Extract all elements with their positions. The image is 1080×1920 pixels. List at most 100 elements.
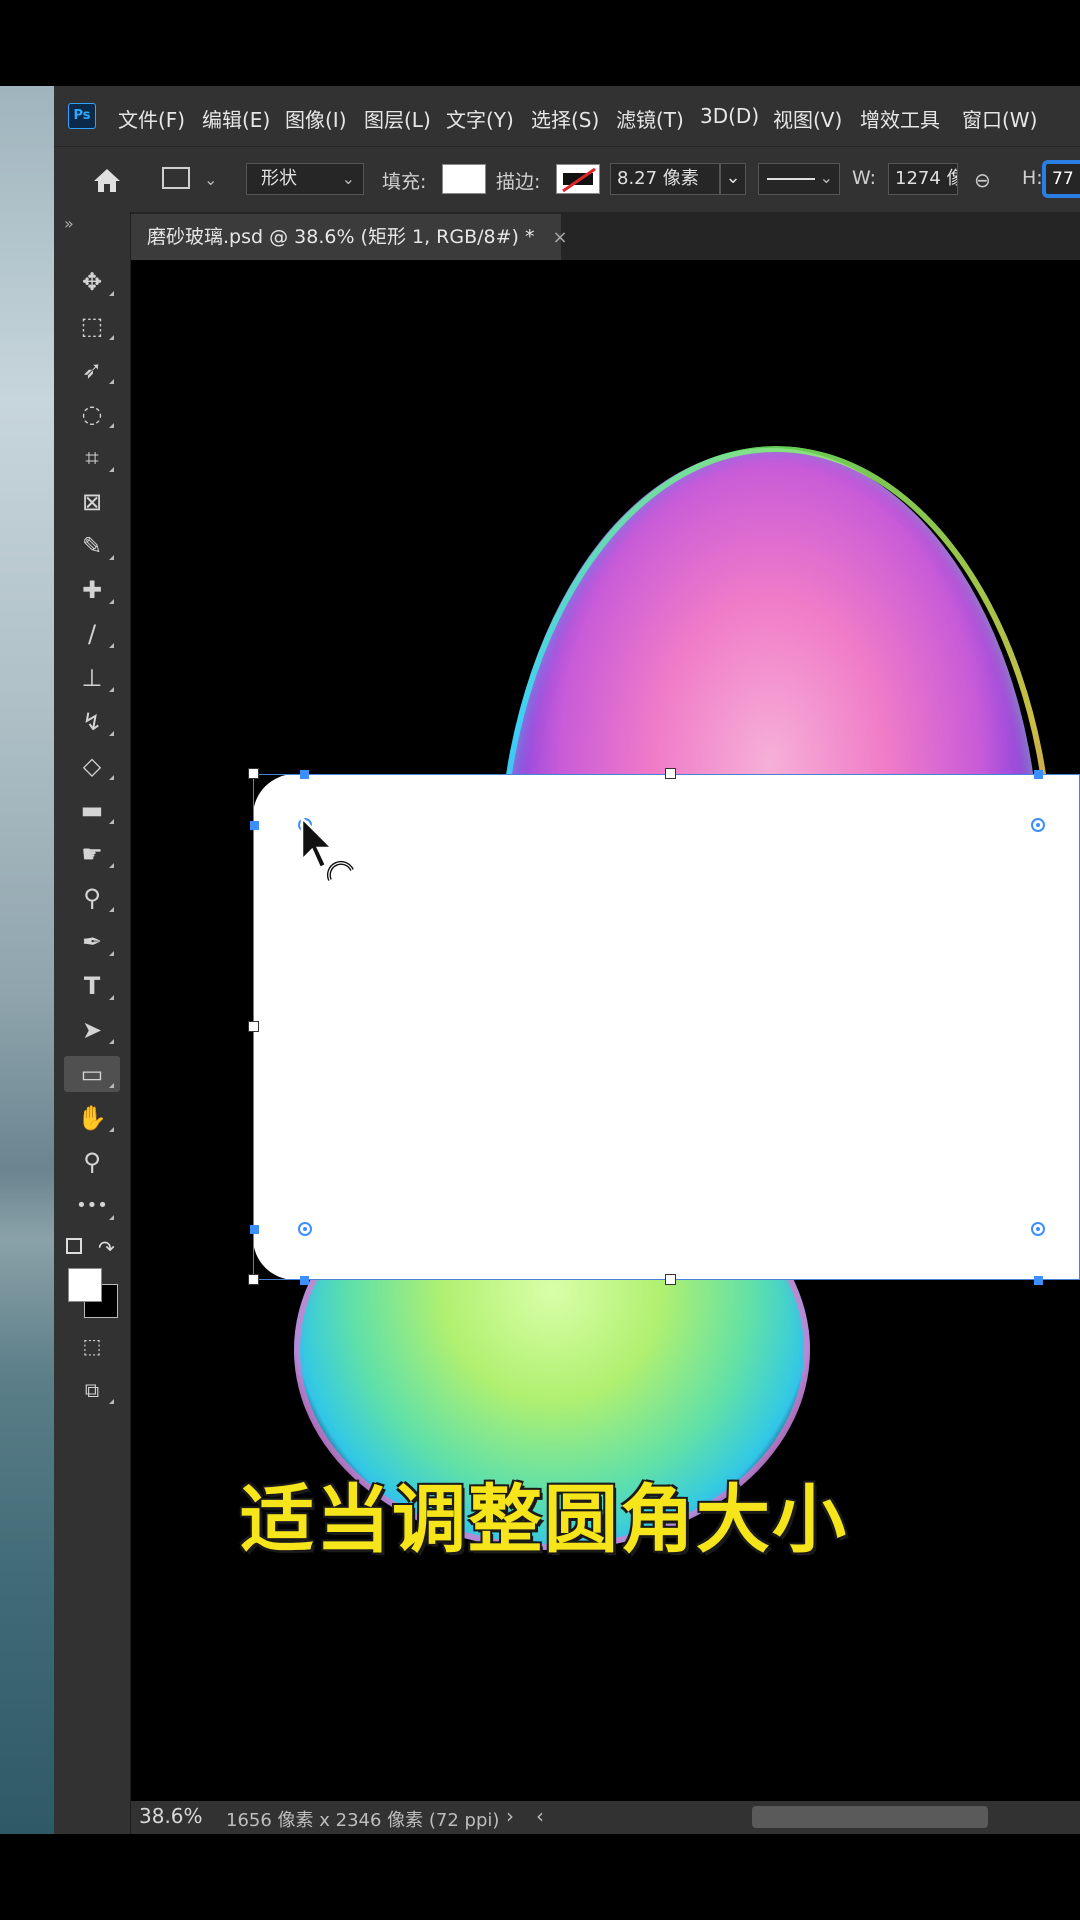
status-expand-arrow-icon[interactable]: › <box>506 1804 514 1828</box>
eraser-tool[interactable]: ◇ <box>64 748 120 784</box>
marquee-tool[interactable]: ⬚ <box>64 308 120 344</box>
menu-3d[interactable]: 3D(D) <box>700 104 759 128</box>
menu-view[interactable]: 视图(V) <box>773 104 842 133</box>
document-tab[interactable]: 磨砂玻璃.psd @ 38.6% (矩形 1, RGB/8#) * × <box>131 214 568 260</box>
transform-handle-top-middle[interactable] <box>665 768 676 779</box>
screen-mode-button[interactable]: ⧉ <box>64 1372 120 1408</box>
screen-mode-icon: ⧉ <box>84 1378 100 1402</box>
menu-edit[interactable]: 编辑(E) <box>202 104 270 133</box>
quick-select-tool-icon: ◌ <box>81 400 103 428</box>
menu-layer[interactable]: 图层(L) <box>364 104 431 133</box>
quick-select-tool[interactable]: ◌ <box>64 396 120 432</box>
type-tool[interactable]: T <box>64 968 120 1004</box>
dodge-tool-icon: ⚲ <box>83 884 101 912</box>
quick-mask-button[interactable]: ⬚ <box>64 1328 120 1364</box>
menu-window[interactable]: 窗口(W) <box>962 104 1037 133</box>
transform-handle-top-left[interactable] <box>248 768 259 779</box>
transform-bounding-box[interactable] <box>253 774 1080 1280</box>
transform-anchor-top[interactable] <box>300 770 309 779</box>
more-tools-icon: ••• <box>76 1195 108 1216</box>
document-tab-title: 磨砂玻璃.psd @ 38.6% (矩形 1, RGB/8#) * <box>147 226 535 248</box>
desktop-background <box>0 86 54 1834</box>
transform-anchor-bottom[interactable] <box>300 1276 309 1285</box>
height-input[interactable]: 77 <box>1042 160 1080 198</box>
smudge-tool[interactable]: ☛ <box>64 836 120 872</box>
corner-radius-handle-bottom-right[interactable] <box>1031 1222 1045 1236</box>
menu-plugins[interactable]: 增效工具 <box>860 104 940 133</box>
rectangle-tool-icon: ▭ <box>80 1060 104 1088</box>
menu-file[interactable]: 文件(F) <box>118 104 185 133</box>
tool-preset-chevron-icon[interactable]: ⌄ <box>204 170 217 189</box>
transform-anchor-left-bottom[interactable] <box>250 1225 259 1234</box>
pen-tool[interactable]: ✒ <box>64 924 120 960</box>
transform-anchor-left-top[interactable] <box>250 821 259 830</box>
mode-chevron-icon: ⌄ <box>341 169 355 188</box>
home-button[interactable] <box>90 164 124 196</box>
rectangle-tool[interactable]: ▭ <box>64 1056 120 1092</box>
lasso-tool[interactable]: ➶ <box>64 352 120 388</box>
horizontal-scrollbar-thumb[interactable] <box>752 1806 988 1828</box>
menu-type[interactable]: 文字(Y) <box>446 104 514 133</box>
pen-tool-icon: ✒ <box>81 928 103 956</box>
corner-radius-handle-top-right[interactable] <box>1031 818 1045 832</box>
frame-tool[interactable]: ⊠ <box>64 484 120 520</box>
video-caption: 适当调整圆角大小 <box>240 1477 848 1563</box>
stroke-label: 描边: <box>496 171 541 193</box>
transform-handle-middle-left[interactable] <box>248 1021 259 1032</box>
menu-filter[interactable]: 滤镜(T) <box>616 104 684 133</box>
gradient-tool-icon: ▬ <box>80 796 104 824</box>
radius-cursor-icon <box>300 814 360 896</box>
eyedropper-tool[interactable]: ✎ <box>64 528 120 564</box>
link-icon[interactable]: ⊖ <box>974 168 991 192</box>
stroke-type-select[interactable]: ⌄ <box>758 163 840 195</box>
zoom-tool-icon: ⚲ <box>83 1148 101 1176</box>
stroke-width-chevron-icon[interactable]: ⌄ <box>720 163 746 195</box>
more-tools[interactable]: ••• <box>64 1188 120 1224</box>
path-select-tool-icon: ➤ <box>81 1016 103 1044</box>
photoshop-logo: Ps <box>68 103 96 129</box>
stamp-tool-icon: ⊥ <box>81 664 103 692</box>
height-label: H: <box>1022 167 1043 189</box>
panel-collapse-icon[interactable]: » <box>64 214 74 233</box>
dodge-tool[interactable]: ⚲ <box>64 880 120 916</box>
default-colors-icon[interactable] <box>66 1238 82 1254</box>
rect-marquee-tool-icon: ⬚ <box>80 312 104 340</box>
hand-tool-icon: ✋ <box>77 1104 107 1132</box>
hand-tool[interactable]: ✋ <box>64 1100 120 1136</box>
healing-brush-tool[interactable]: ✚ <box>64 572 120 608</box>
move-tool[interactable]: ✥ <box>64 264 120 300</box>
path-select-tool[interactable]: ➤ <box>64 1012 120 1048</box>
foreground-color-swatch[interactable] <box>68 1268 102 1302</box>
mode-value: 形状 <box>261 168 297 189</box>
menu-select[interactable]: 选择(S) <box>531 104 599 133</box>
scroll-left-arrow-icon[interactable]: ‹ <box>536 1804 544 1828</box>
stroke-swatch[interactable] <box>556 164 600 194</box>
zoom-level[interactable]: 38.6% <box>139 1804 203 1828</box>
tool-preset-rect-icon[interactable] <box>162 167 190 189</box>
history-brush-tool[interactable]: ↯ <box>64 704 120 740</box>
stroke-width-input[interactable]: 8.27 像素 <box>610 163 720 195</box>
width-label: W: <box>852 167 877 189</box>
gradient-tool[interactable]: ▬ <box>64 792 120 828</box>
type-tool-icon: T <box>83 972 101 1000</box>
eyedropper-tool-icon: ✎ <box>81 532 103 560</box>
stamp-tool[interactable]: ⊥ <box>64 660 120 696</box>
mode-select[interactable]: 形状 ⌄ <box>246 163 364 195</box>
move-tool-icon: ✥ <box>81 268 103 296</box>
close-tab-icon[interactable]: × <box>553 227 568 248</box>
width-input[interactable]: 1274 像 <box>888 163 958 195</box>
transform-anchor-bottom-right[interactable] <box>1034 1276 1043 1285</box>
zoom-tool[interactable]: ⚲ <box>64 1144 120 1180</box>
transform-handle-bottom-left[interactable] <box>248 1274 259 1285</box>
crop-tool[interactable]: ⌗ <box>64 440 120 476</box>
fill-swatch[interactable] <box>442 164 486 194</box>
swap-colors-icon[interactable]: ↷ <box>98 1236 115 1260</box>
smudge-tool-icon: ☛ <box>81 840 103 868</box>
transform-handle-bottom-middle[interactable] <box>665 1274 676 1285</box>
menu-image[interactable]: 图像(I) <box>285 104 347 133</box>
corner-radius-handle-bottom-left[interactable] <box>298 1222 312 1236</box>
healing-brush-tool-icon: ✚ <box>81 576 103 604</box>
brush-tool[interactable]: ∕ <box>64 616 120 652</box>
frame-tool-icon: ⊠ <box>81 488 103 516</box>
transform-anchor-top-right[interactable] <box>1034 770 1043 779</box>
